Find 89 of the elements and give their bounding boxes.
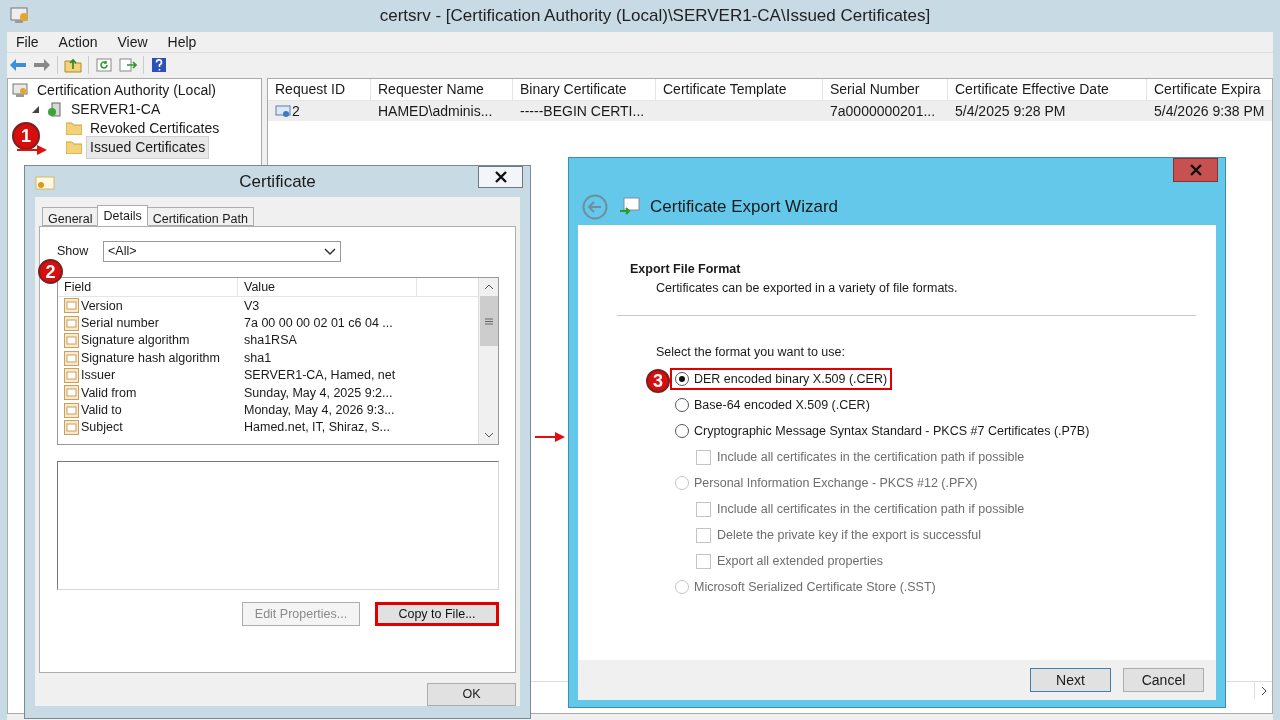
tab[interactable]: Details xyxy=(97,205,148,227)
column-header[interactable]: Requester Name xyxy=(371,79,513,100)
column-header[interactable]: Certificate Template xyxy=(656,79,823,100)
wizard-title: Certificate Export Wizard xyxy=(650,196,838,219)
field-icon xyxy=(64,420,79,436)
close-icon xyxy=(494,171,507,183)
app-icon xyxy=(10,6,30,24)
column-header[interactable]: Binary Certificate xyxy=(513,79,656,100)
export-list-icon[interactable] xyxy=(119,56,137,73)
field-icon xyxy=(64,368,79,384)
field-value: sha1RSA xyxy=(243,332,297,350)
column-header[interactable]: Certificate Effective Date xyxy=(948,79,1147,100)
table-cell-text: -----BEGIN CERTI... xyxy=(520,101,645,121)
column-header[interactable]: Value xyxy=(238,278,417,297)
field-value: V3 xyxy=(243,297,260,315)
column-header[interactable]: Request ID xyxy=(268,79,371,100)
computer-certificate-icon xyxy=(12,83,29,98)
expand-toggle[interactable] xyxy=(32,106,39,113)
field-value: sha1 xyxy=(243,349,272,367)
pointer-arrow xyxy=(535,432,565,442)
scroll-right-icon[interactable] xyxy=(1260,685,1267,696)
menu-item[interactable]: View xyxy=(108,31,157,53)
field-icon xyxy=(64,385,79,401)
chevron-down-icon xyxy=(483,432,494,439)
field-value: Monday, May 4, 2026 9:3... xyxy=(243,401,395,419)
field-value: 7a 00 00 00 02 01 c6 04 ... xyxy=(243,315,393,332)
column-header[interactable]: Serial Number xyxy=(823,79,948,100)
tab[interactable]: General xyxy=(42,207,99,227)
step-badge: 2 xyxy=(38,259,63,285)
field-name: Serial number xyxy=(81,315,159,332)
menu-item[interactable]: Help xyxy=(158,31,206,53)
field-value: Sunday, May 4, 2025 9:2... xyxy=(243,384,393,402)
chevron-down-icon xyxy=(324,247,336,256)
show-label: Show xyxy=(57,243,90,261)
menu-item[interactable]: File xyxy=(7,31,48,53)
close-icon xyxy=(1189,164,1202,176)
radio-option[interactable]: Cryptographic Message Syntax Standard - PKCS #7 Certificates (.P7B) xyxy=(670,420,1095,443)
field-icon xyxy=(64,350,79,366)
certificate-export-icon xyxy=(618,197,640,217)
refresh-icon[interactable] xyxy=(95,56,113,73)
tree-item[interactable]: Issued Certificates xyxy=(86,136,210,159)
field-icon xyxy=(64,298,79,314)
pointer-arrow xyxy=(17,145,47,155)
window-title: certsrv - [Certification Authority (Local)\SERVER1-CA\Issued Certificates] xyxy=(378,5,931,28)
chevron-up-icon xyxy=(483,284,494,291)
close-button[interactable] xyxy=(478,166,523,188)
dialog-title: Certificate xyxy=(239,170,316,193)
field-name: Version xyxy=(81,297,123,315)
field-icon xyxy=(64,402,79,418)
table-row[interactable]: 2 HAMED\adminis... -----BEGIN CERTI... 7a0000000201... 5/4/2025 9:28 PM 5/4/2026 9:38 PM xyxy=(268,101,1272,121)
field-value: SERVER1-CA, Hamed, net xyxy=(243,367,396,385)
menu-item[interactable]: Action xyxy=(49,31,107,53)
folder-icon xyxy=(66,122,82,135)
section-description: Certificates can be exported in a variety of file formats. xyxy=(655,279,959,297)
field-name: Signature algorithm xyxy=(81,332,190,350)
field-icon xyxy=(64,315,79,331)
field-value: Hamed.net, IT, Shiraz, S... xyxy=(243,419,390,437)
table-cell-text: 5/4/2025 9:28 PM xyxy=(955,101,1066,121)
grip-icon xyxy=(484,317,493,325)
column-header[interactable]: Field xyxy=(58,278,238,297)
tab[interactable]: Certification Path xyxy=(146,207,254,227)
table-cell-text: HAMED\adminis... xyxy=(378,101,493,121)
section-heading: Export File Format xyxy=(630,261,742,278)
field-name: Issuer xyxy=(81,367,116,385)
folder-icon xyxy=(66,141,82,154)
table-cell-text: 2 xyxy=(292,101,300,121)
folder-up-icon[interactable] xyxy=(64,56,82,73)
forward-arrow-icon[interactable] xyxy=(33,56,51,73)
table-cell-text: 5/4/2026 9:38 PM xyxy=(1154,101,1265,121)
dialog-button[interactable]: Copy to File... xyxy=(375,602,499,627)
certificate-icon xyxy=(35,176,55,190)
radio-option[interactable]: Base-64 encoded X.509 (.CER) xyxy=(670,394,875,417)
prompt-text: Select the format you want to use: xyxy=(655,343,846,361)
wizard-button[interactable]: Next xyxy=(1030,668,1111,692)
field-name: Valid to xyxy=(81,401,122,419)
radio-option[interactable]: DER encoded binary X.509 (.CER) xyxy=(670,368,893,391)
ok-button[interactable]: OK xyxy=(427,683,516,707)
field-name: Valid from xyxy=(81,384,137,402)
field-name: Subject xyxy=(81,419,123,437)
help-icon[interactable] xyxy=(150,56,168,73)
show-dropdown[interactable]: <All> xyxy=(103,241,341,263)
field-icon xyxy=(64,333,79,349)
wizard-button[interactable]: Cancel xyxy=(1123,668,1204,692)
step-badge: 3 xyxy=(646,369,670,394)
column-header[interactable]: Certificate Expira xyxy=(1147,79,1272,100)
table-cell-text: 7a0000000201... xyxy=(830,101,936,121)
field-name: Signature hash algorithm xyxy=(81,349,220,367)
certificate-icon xyxy=(275,104,292,118)
server-icon xyxy=(46,102,63,117)
